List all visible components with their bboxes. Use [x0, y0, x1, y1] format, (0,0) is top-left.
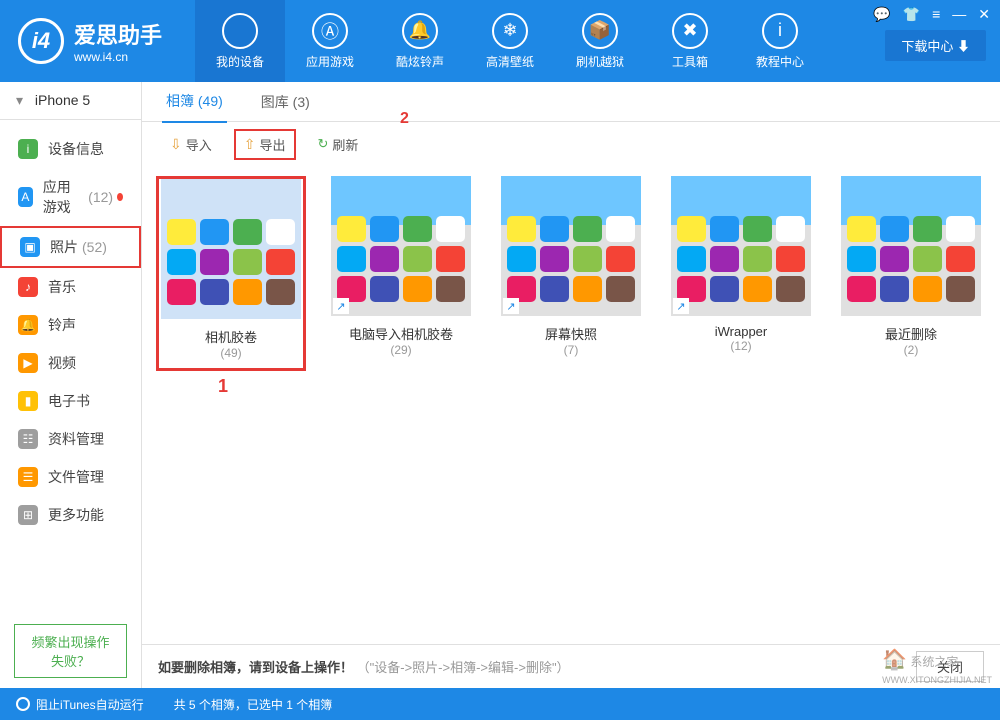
- main-panel: 相簿 (49) 图库 (3) 2 ⇩ 导入 ⇧ 导出 ↻ 刷新 1 相机胶卷(49…: [142, 82, 1000, 688]
- bottom-bar: 如要删除相簿，请到设备上操作！ （"设备->照片->相簿->编辑->删除"） 关…: [142, 644, 1000, 688]
- nav-icon: Ⓐ: [312, 13, 348, 49]
- album-thumb: ↗: [331, 176, 471, 316]
- nav-icon: i: [762, 13, 798, 49]
- sidebar-icon: ▮: [18, 391, 38, 411]
- sidebar-icon: i: [18, 139, 38, 159]
- refresh-icon: ↻: [318, 136, 329, 152]
- menu-icon[interactable]: ≡: [932, 6, 940, 23]
- sidebar-item-6[interactable]: ▮电子书: [0, 382, 141, 420]
- album-thumb: ↗: [501, 176, 641, 316]
- app-url: www.i4.cn: [74, 50, 162, 64]
- nav-item-0[interactable]: 我的设备: [195, 0, 285, 82]
- sidebar-icon: ♪: [18, 277, 38, 297]
- sidebar-item-9[interactable]: ⊞更多功能: [0, 496, 141, 534]
- link-badge-icon: ↗: [673, 298, 689, 314]
- notification-dot: [117, 193, 123, 201]
- sidebar-icon: ▣: [20, 237, 40, 257]
- logo-badge: i4: [18, 18, 64, 64]
- close-icon[interactable]: ✕: [978, 6, 990, 23]
- nav-item-4[interactable]: 📦刷机越狱: [555, 0, 645, 82]
- download-center-button[interactable]: 下载中心 ⬇: [885, 30, 986, 61]
- sidebar-icon: ☰: [18, 467, 38, 487]
- annotation-2: 2: [400, 110, 409, 128]
- block-itunes-toggle[interactable]: 阻止iTunes自动运行: [16, 696, 144, 713]
- sidebar-item-8[interactable]: ☰文件管理: [0, 458, 141, 496]
- import-icon: ⇩: [170, 136, 182, 153]
- delete-hint: （"设备->照片->相簿->编辑->删除"）: [357, 660, 570, 675]
- refresh-button[interactable]: ↻ 刷新: [310, 131, 367, 158]
- window-controls: 💬 👕 ≡ — ✕: [873, 6, 990, 23]
- album-3[interactable]: ↗iWrapper(12): [666, 176, 816, 353]
- sidebar-icon: 🔔: [18, 315, 38, 335]
- album-grid: 1 相机胶卷(49)↗电脑导入相机胶卷(29)↗屏幕快照(7)↗iWrapper…: [142, 166, 1000, 644]
- album-thumb: [841, 176, 981, 316]
- sidebar-item-3[interactable]: ♪音乐: [0, 268, 141, 306]
- header: i4 爱思助手 www.i4.cn 我的设备Ⓐ应用游戏🔔酷炫铃声❄高清壁纸📦刷机…: [0, 0, 1000, 82]
- sidebar: ▾ iPhone 5 i设备信息A应用游戏(12)▣照片(52)♪音乐🔔铃声▶视…: [0, 82, 142, 688]
- nav-item-2[interactable]: 🔔酷炫铃声: [375, 0, 465, 82]
- troubleshoot-button[interactable]: 频繁出现操作失败？: [14, 624, 127, 678]
- radio-icon: [16, 697, 30, 711]
- app-title: 爱思助手: [74, 18, 162, 50]
- nav-item-1[interactable]: Ⓐ应用游戏: [285, 0, 375, 82]
- sidebar-item-7[interactable]: ☷资料管理: [0, 420, 141, 458]
- sidebar-item-1[interactable]: A应用游戏(12): [0, 168, 141, 226]
- nav-item-3[interactable]: ❄高清壁纸: [465, 0, 555, 82]
- nav-icon: [222, 13, 258, 49]
- device-name-label: iPhone 5: [35, 92, 90, 108]
- export-button[interactable]: ⇧ 导出: [234, 129, 296, 160]
- sidebar-icon: ☷: [18, 429, 38, 449]
- link-badge-icon: ↗: [333, 298, 349, 314]
- album-thumb: [161, 179, 301, 319]
- album-thumb: ↗: [671, 176, 811, 316]
- status-bar: 阻止iTunes自动运行 共 5 个相簿，已选中 1 个相簿: [0, 688, 1000, 720]
- sidebar-item-4[interactable]: 🔔铃声: [0, 306, 141, 344]
- sidebar-item-0[interactable]: i设备信息: [0, 130, 141, 168]
- device-selector[interactable]: ▾ iPhone 5: [0, 82, 141, 120]
- chevron-down-icon: ▾: [16, 92, 23, 108]
- delete-tip: 如要删除相簿，请到设备上操作！: [158, 660, 353, 675]
- sidebar-item-2[interactable]: ▣照片(52): [0, 226, 141, 268]
- nav-item-6[interactable]: i教程中心: [735, 0, 825, 82]
- nav-icon: ❄: [492, 13, 528, 49]
- sidebar-list: i设备信息A应用游戏(12)▣照片(52)♪音乐🔔铃声▶视频▮电子书☷资料管理☰…: [0, 120, 141, 614]
- watermark: 🏠 系统之家 WWW.XITONGZHIJIA.NET: [882, 647, 992, 686]
- nav-icon: ✖: [672, 13, 708, 49]
- annotation-1: 1: [218, 376, 228, 397]
- album-2[interactable]: ↗屏幕快照(7): [496, 176, 646, 357]
- tabs: 相簿 (49) 图库 (3): [142, 82, 1000, 122]
- tab-1[interactable]: 图库 (3): [257, 82, 314, 122]
- selection-summary: 共 5 个相簿，已选中 1 个相簿: [174, 696, 333, 713]
- tab-0[interactable]: 相簿 (49): [162, 81, 227, 123]
- sidebar-icon: A: [18, 187, 33, 207]
- toolbar: 2 ⇩ 导入 ⇧ 导出 ↻ 刷新: [142, 122, 1000, 166]
- skin-icon[interactable]: 👕: [903, 6, 920, 23]
- logo: i4 爱思助手 www.i4.cn: [0, 18, 195, 64]
- sidebar-item-5[interactable]: ▶视频: [0, 344, 141, 382]
- album-0[interactable]: 相机胶卷(49): [156, 176, 306, 371]
- export-icon: ⇧: [244, 136, 256, 153]
- link-badge-icon: ↗: [503, 298, 519, 314]
- import-button[interactable]: ⇩ 导入: [162, 131, 220, 158]
- album-4[interactable]: 最近删除(2): [836, 176, 986, 357]
- nav-icon: 🔔: [402, 13, 438, 49]
- minimize-icon[interactable]: —: [952, 6, 966, 23]
- sidebar-icon: ▶: [18, 353, 38, 373]
- feedback-icon[interactable]: 💬: [873, 6, 890, 23]
- album-1[interactable]: ↗电脑导入相机胶卷(29): [326, 176, 476, 357]
- sidebar-icon: ⊞: [18, 505, 38, 525]
- nav-icon: 📦: [582, 13, 618, 49]
- nav-item-5[interactable]: ✖工具箱: [645, 0, 735, 82]
